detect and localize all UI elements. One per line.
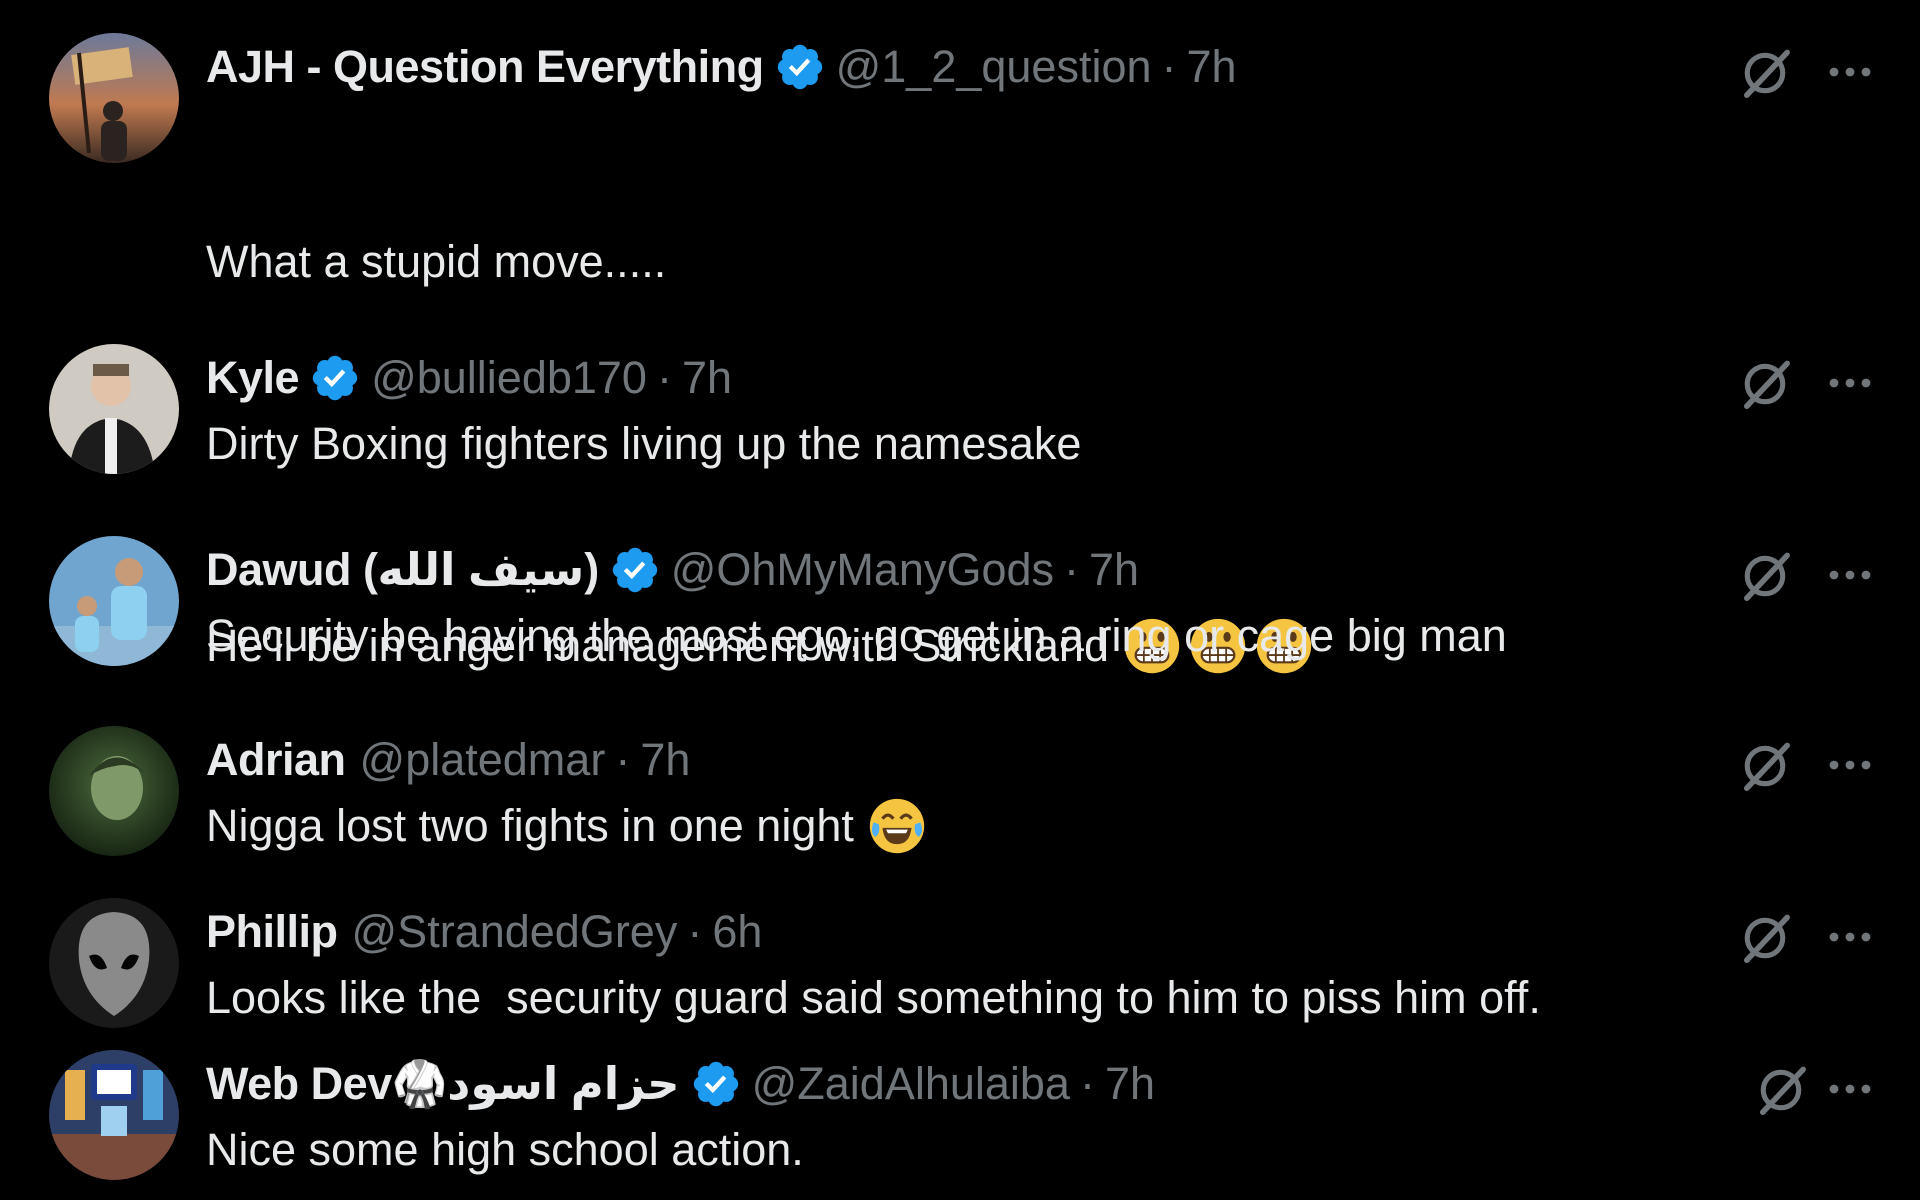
username-handle[interactable]: @OhMyManyGods bbox=[671, 540, 1054, 600]
more-options-icon[interactable] bbox=[1826, 750, 1874, 780]
display-name[interactable]: Web Dev🥋حزام اسود bbox=[206, 1054, 680, 1114]
username-handle[interactable]: @StrandedGrey bbox=[352, 902, 678, 962]
reply-text-content: Nigga lost two fights in one night bbox=[206, 800, 854, 851]
avatar[interactable] bbox=[49, 1050, 179, 1180]
username-handle[interactable]: @bulliedb170 bbox=[371, 348, 647, 408]
separator-dot: · bbox=[1079, 1058, 1095, 1109]
face-with-tears-of-joy-emoji bbox=[868, 797, 926, 855]
verified-badge-icon bbox=[609, 544, 661, 596]
reply-text: Looks like the security guard said somet… bbox=[206, 972, 1541, 1023]
avatar-image bbox=[49, 898, 179, 1028]
avatar[interactable] bbox=[49, 536, 179, 666]
more-options-icon[interactable] bbox=[1826, 922, 1874, 952]
avatar[interactable] bbox=[49, 33, 179, 163]
grok-icon[interactable] bbox=[1737, 738, 1793, 794]
timestamp[interactable]: 6h bbox=[712, 902, 762, 962]
reply-header: Phillip @StrandedGrey · 6h bbox=[206, 902, 762, 962]
verified-badge-icon bbox=[309, 352, 361, 404]
username-handle[interactable]: @1_2_question bbox=[836, 37, 1152, 97]
avatar[interactable] bbox=[49, 726, 179, 856]
reply-header: Adrian @platedmar · 7h bbox=[206, 730, 690, 790]
avatar-image bbox=[49, 1050, 179, 1180]
reply-header: Dawud (سيف الله) @OhMyManyGods · 7h bbox=[206, 540, 1139, 600]
username-handle[interactable]: @ZaidAlhulaiba bbox=[752, 1054, 1070, 1114]
reply-header: AJH - Question Everything @1_2_question … bbox=[206, 37, 1237, 97]
grok-icon[interactable] bbox=[1737, 910, 1793, 966]
timestamp[interactable]: 7h bbox=[1187, 37, 1237, 97]
display-name[interactable]: Adrian bbox=[206, 730, 346, 790]
grok-icon[interactable] bbox=[1737, 356, 1793, 412]
more-options-icon[interactable] bbox=[1826, 368, 1874, 398]
more-options-icon[interactable] bbox=[1826, 57, 1874, 87]
display-name[interactable]: Kyle bbox=[206, 348, 300, 408]
timestamp[interactable]: 7h bbox=[1089, 540, 1139, 600]
reply-text: Dirty Boxing fighters living up the name… bbox=[206, 418, 1082, 469]
reply-text: Nice some high school action. bbox=[206, 1124, 804, 1175]
verified-badge-icon bbox=[690, 1058, 742, 1110]
separator-dot: · bbox=[687, 906, 703, 957]
avatar[interactable] bbox=[49, 898, 179, 1028]
display-name[interactable]: AJH - Question Everything bbox=[206, 37, 764, 97]
more-options-icon[interactable] bbox=[1826, 1074, 1874, 1104]
avatar-image bbox=[49, 344, 179, 474]
timestamp[interactable]: 7h bbox=[640, 730, 690, 790]
replies-feed: AJH - Question Everything @1_2_question … bbox=[0, 0, 1920, 1200]
avatar-image bbox=[49, 726, 179, 856]
timestamp[interactable]: 7h bbox=[1105, 1054, 1155, 1114]
verified-badge-icon bbox=[774, 41, 826, 93]
separator-dot: · bbox=[656, 352, 672, 403]
grok-icon[interactable] bbox=[1753, 1062, 1809, 1118]
avatar[interactable] bbox=[49, 344, 179, 474]
timestamp[interactable]: 7h bbox=[682, 348, 732, 408]
avatar-image bbox=[49, 536, 179, 666]
display-name[interactable]: Dawud (سيف الله) bbox=[206, 540, 599, 600]
grok-icon[interactable] bbox=[1737, 45, 1793, 101]
separator-dot: · bbox=[615, 734, 631, 785]
separator-dot: · bbox=[1064, 544, 1079, 595]
reply-header: Kyle @bulliedb170 · 7h bbox=[206, 348, 732, 408]
more-options-icon[interactable] bbox=[1826, 560, 1874, 590]
reply-text: Security be having the most ego, go get … bbox=[206, 610, 1507, 661]
avatar-image bbox=[49, 33, 179, 163]
reply-text-line: What a stupid move..... bbox=[206, 236, 667, 287]
reply-text: Nigga lost two fights in one night bbox=[206, 794, 934, 858]
grok-icon[interactable] bbox=[1737, 548, 1793, 604]
reply-header: Web Dev🥋حزام اسود @ZaidAlhulaiba · 7h bbox=[206, 1054, 1155, 1114]
username-handle[interactable]: @platedmar bbox=[360, 730, 606, 790]
display-name[interactable]: Phillip bbox=[206, 902, 338, 962]
separator-dot: · bbox=[1161, 41, 1177, 92]
